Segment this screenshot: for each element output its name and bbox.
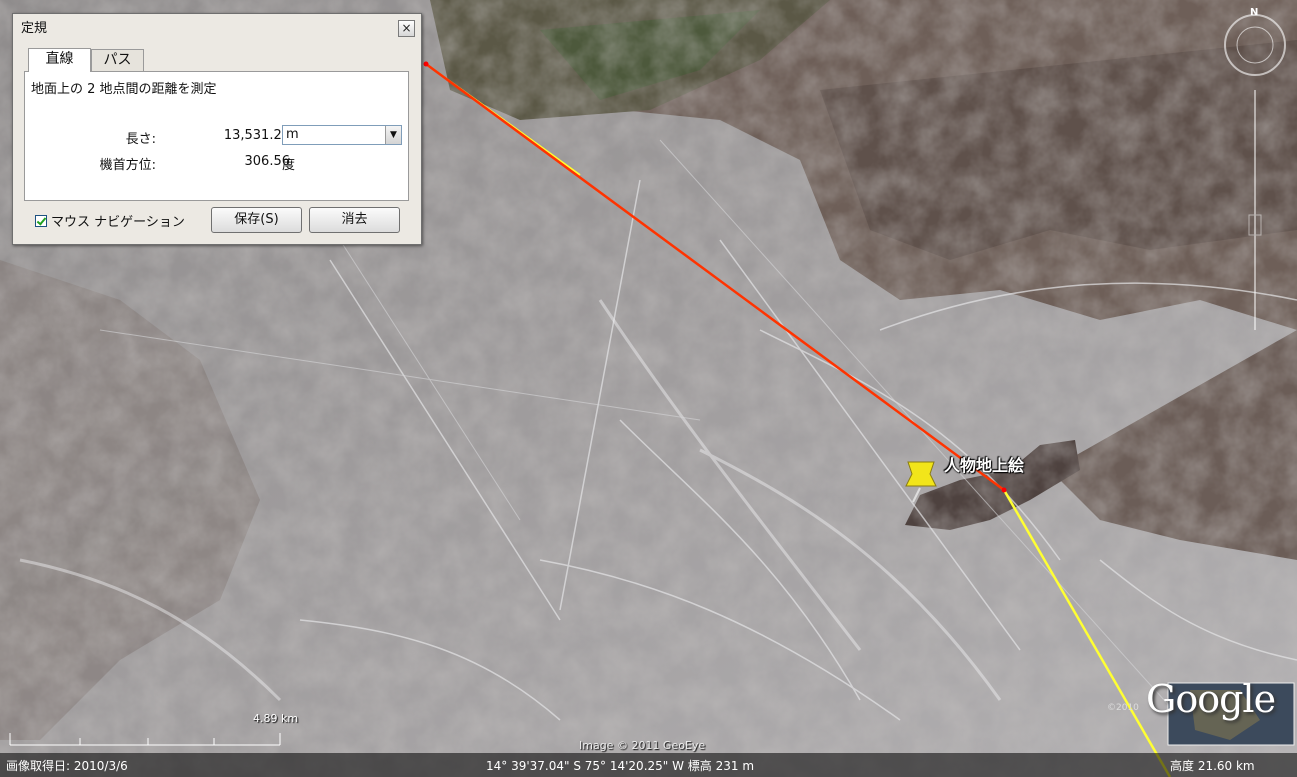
mouse-navigation-label: マウス ナビゲーション [51, 215, 185, 230]
length-unit-value: m [286, 127, 299, 142]
mouse-navigation-checkbox[interactable] [35, 215, 47, 227]
length-value: 13,531.20 [223, 128, 290, 143]
close-button[interactable]: × [398, 20, 415, 37]
placemark-label[interactable]: 人物地上絵 [944, 452, 1024, 476]
compass-north-label: N [1250, 7, 1259, 18]
tab-panel: 地面上の 2 地点間の距離を測定 長さ: 13,531.20 m ▼ 機首方位:… [24, 71, 409, 201]
imagery-credit: Image © 2011 GeoEye [579, 739, 706, 752]
measure-description: 地面上の 2 地点間の距離を測定 [31, 82, 217, 97]
eye-altitude: 高度 21.60 km [1170, 759, 1255, 773]
length-label: 長さ: [125, 132, 156, 147]
status-bar: 画像取得日: 2010/3/6 14° 39'37.04" S 75° 14'2… [0, 753, 1297, 777]
heading-label: 機首方位: [99, 158, 156, 173]
save-button[interactable]: 保存(S) [211, 207, 302, 233]
heading-unit: 度 [282, 158, 296, 173]
ruler-end-point [1001, 487, 1007, 493]
copyright-year: ©2010 [1107, 703, 1139, 713]
google-logo: Google [1146, 677, 1276, 721]
ruler-start-point [423, 61, 429, 67]
length-unit-select[interactable]: m ▼ [282, 125, 402, 145]
imagery-date: 画像取得日: 2010/3/6 [6, 759, 128, 773]
chevron-down-icon[interactable]: ▼ [385, 126, 401, 144]
clear-button[interactable]: 消去 [309, 207, 400, 233]
cursor-coordinates: 14° 39'37.04" S 75° 14'20.25" W 標高 231 m [486, 759, 755, 773]
mouse-navigation-option[interactable]: マウス ナビゲーション [35, 211, 185, 230]
ruler-dialog: 定規 × 直線 パス 地面上の 2 地点間の距離を測定 長さ: 13,531.2… [12, 13, 422, 245]
scale-bar-label: 4.89 km [253, 712, 299, 725]
tab-line[interactable]: 直線 [28, 48, 91, 72]
dialog-title: 定規 [21, 21, 48, 36]
tab-path[interactable]: パス [91, 49, 144, 71]
